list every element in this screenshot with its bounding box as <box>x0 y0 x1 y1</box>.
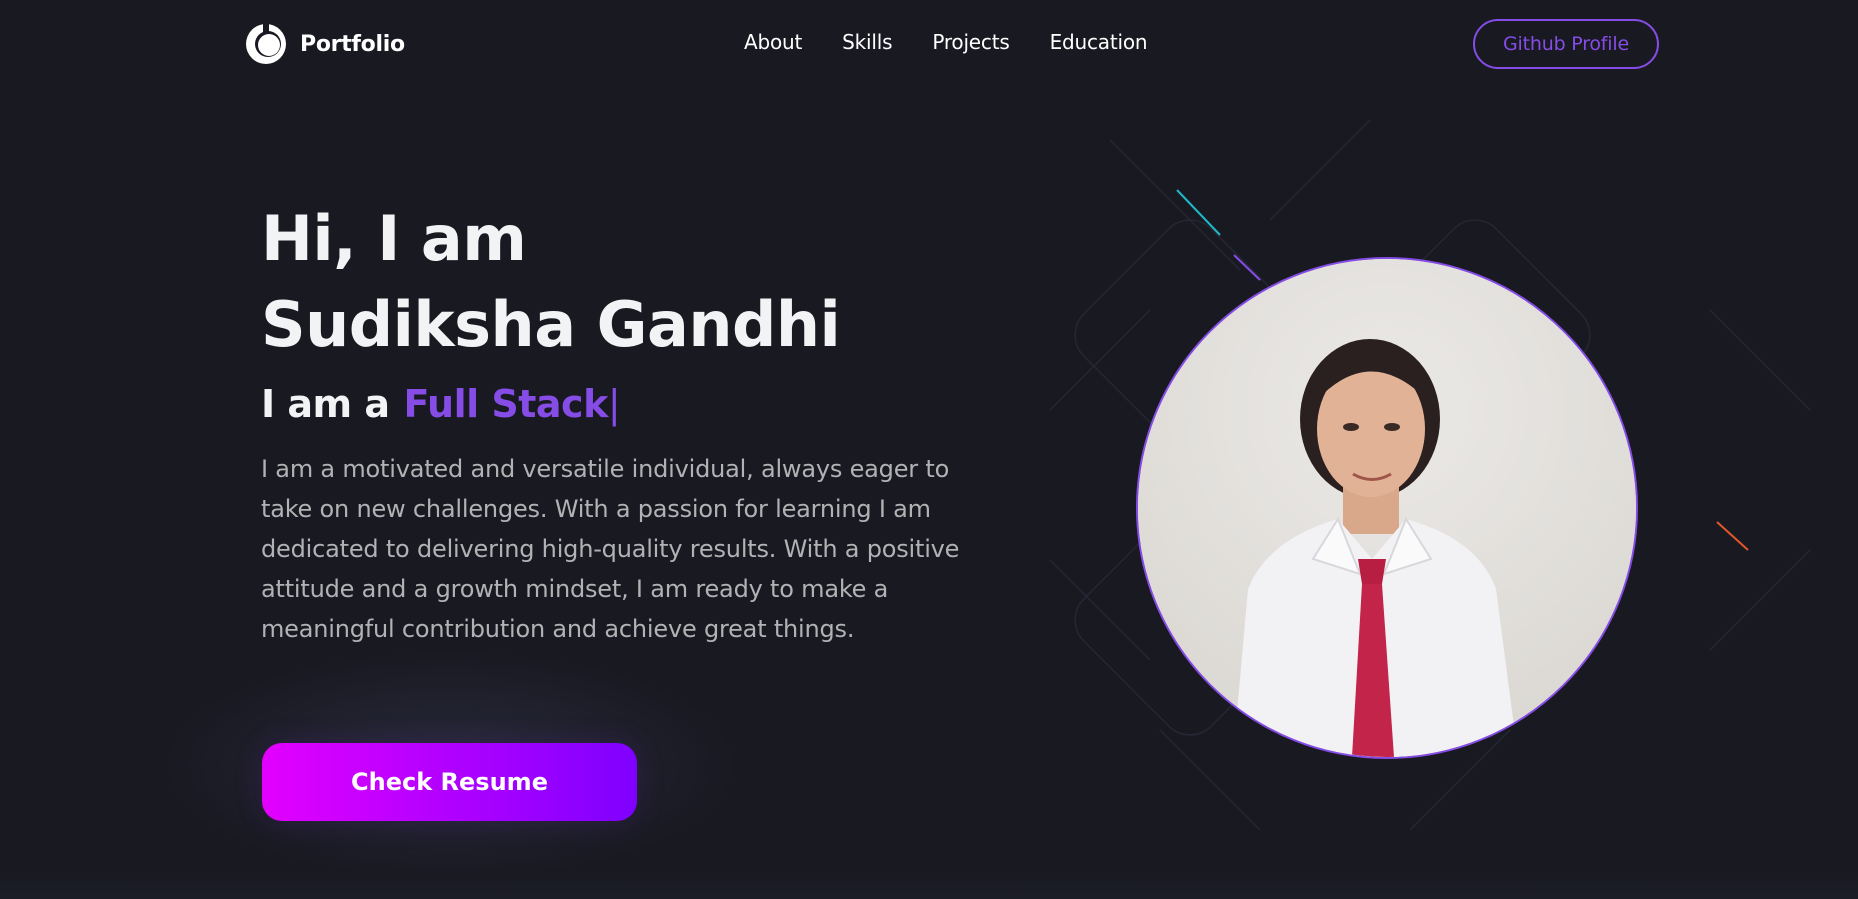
section-divider <box>0 870 1858 899</box>
logo-link[interactable]: Portfolio <box>244 22 405 66</box>
portfolio-page: Portfolio About Skills Projects Educatio… <box>0 0 1858 899</box>
hero-name: Sudiksha Gandhi <box>261 288 841 361</box>
github-profile-button[interactable]: Github Profile <box>1473 19 1659 69</box>
navbar: Portfolio About Skills Projects Educatio… <box>0 0 1858 90</box>
role-prefix: I am a <box>261 382 390 426</box>
hero-greeting: Hi, I am <box>261 202 527 275</box>
profile-photo <box>1136 257 1638 759</box>
typing-cursor: | <box>607 382 621 426</box>
nav-link-about[interactable]: About <box>744 30 802 54</box>
nav-links: About Skills Projects Education <box>744 30 1187 54</box>
role-line: I am a Full Stack | <box>261 382 621 426</box>
nav-link-projects[interactable]: Projects <box>932 30 1009 54</box>
portfolio-logo-icon <box>246 22 286 64</box>
hero-title: Hi, I am Sudiksha Gandhi <box>261 196 841 368</box>
hero-description: I am a motivated and versatile individua… <box>261 455 960 643</box>
role-typed-text: Full Stack <box>403 382 608 426</box>
check-resume-button[interactable]: Check Resume <box>262 743 637 821</box>
nav-link-education[interactable]: Education <box>1050 30 1148 54</box>
profile-photo-illustration <box>1138 259 1636 757</box>
nav-link-skills[interactable]: Skills <box>842 30 892 54</box>
logo-text: Portfolio <box>300 31 405 57</box>
